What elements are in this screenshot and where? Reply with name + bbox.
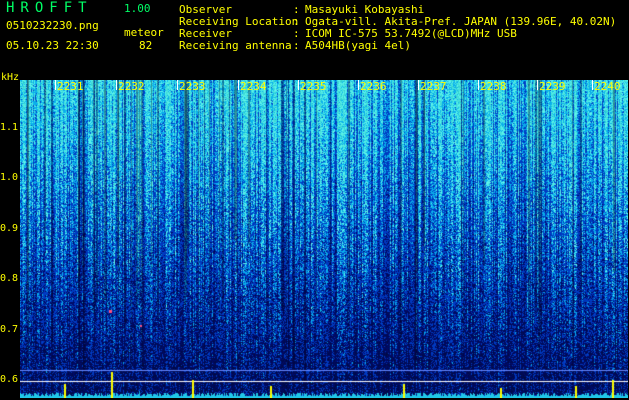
antenna-value: A504HB(yagi 4el) <box>305 39 411 52</box>
spectrogram-canvas[interactable] <box>20 80 628 398</box>
time-mark-2237 <box>418 80 419 90</box>
time-label-2237: 2237 <box>420 80 447 93</box>
frequency-axis: 1.1 1.0 0.9 0.8 0.7 0.6 <box>0 80 20 398</box>
freq-tick-1.1: 1.1 <box>0 122 19 133</box>
time-mark-2231 <box>55 80 56 90</box>
antenna-label: Receiving antenna <box>179 39 292 52</box>
time-label-2234: 2234 <box>240 80 267 93</box>
app-version: 1.00 <box>124 2 151 15</box>
freq-tick-0.6: 0.6 <box>0 374 19 385</box>
freq-tick-1.0: 1.0 <box>0 172 19 183</box>
time-mark-2238 <box>478 80 479 90</box>
time-label-2233: 2233 <box>179 80 206 93</box>
time-mark-2233 <box>177 80 178 90</box>
date-time: 05.10.23 22:30 <box>6 39 99 52</box>
freq-tick-0.9: 0.9 <box>0 223 19 234</box>
time-label-2235: 2235 <box>300 80 327 93</box>
time-mark-2234 <box>238 80 239 90</box>
time-label-2238: 2238 <box>480 80 507 93</box>
freq-tick-0.8: 0.8 <box>0 273 19 284</box>
header-panel: HROFFT 1.00 0510232230.png meteor 05.10.… <box>0 0 629 80</box>
mode-label: meteor <box>124 26 164 39</box>
spectrogram-display[interactable] <box>20 80 628 398</box>
time-mark-2232 <box>116 80 117 90</box>
time-mark-2239 <box>537 80 538 90</box>
time-label-2232: 2232 <box>118 80 145 93</box>
time-label-2231: 2231 <box>57 80 84 93</box>
app-name: HROFFT <box>6 0 93 16</box>
antenna-colon: : <box>293 39 300 52</box>
time-mark-2235 <box>298 80 299 90</box>
time-label-2236: 2236 <box>360 80 387 93</box>
time-label-2239: 2239 <box>539 80 566 93</box>
file-name: 0510232230.png <box>6 19 99 32</box>
freq-tick-0.7: 0.7 <box>0 324 19 335</box>
meteor-count: 82 <box>139 39 153 52</box>
time-mark-2236 <box>358 80 359 90</box>
time-mark-2240 <box>592 80 593 90</box>
time-label-2240: 2240 <box>594 80 621 93</box>
